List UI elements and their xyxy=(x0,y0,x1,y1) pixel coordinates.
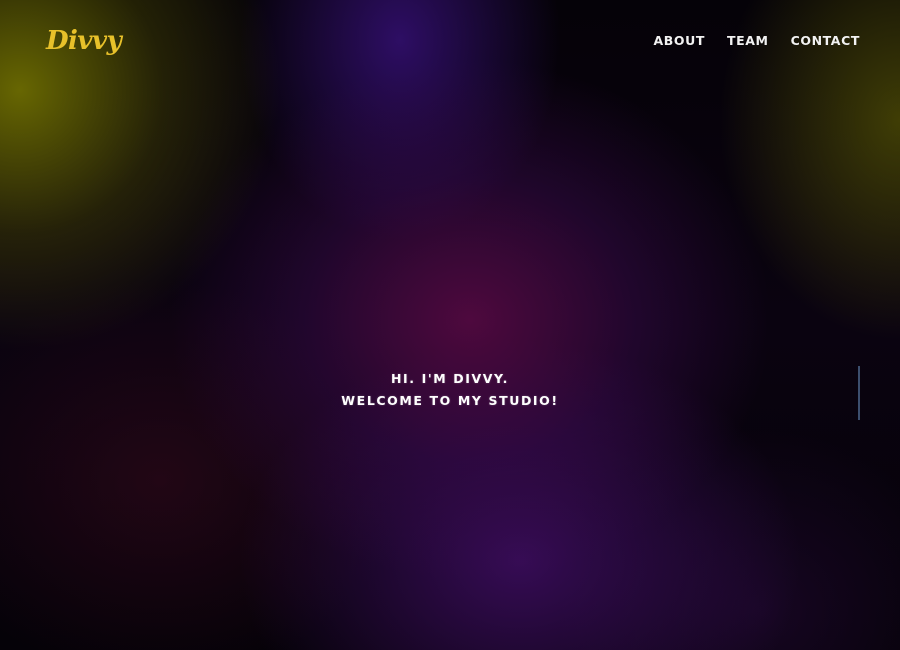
nav-about-link[interactable]: ABOUT xyxy=(653,33,705,48)
main-nav: ABOUT TEAM CONTACT xyxy=(653,33,860,48)
nav-team-link[interactable]: TEAM xyxy=(727,33,769,48)
hero-text: HI. I'M DIVVY. WELCOME TO MY STUDIO! xyxy=(0,368,900,412)
scroll-indicator[interactable] xyxy=(858,366,860,420)
nav-contact-link[interactable]: CONTACT xyxy=(791,33,860,48)
blurred-background xyxy=(0,0,900,650)
page: Divvy ABOUT TEAM CONTACT HI. I'M DIVVY. … xyxy=(0,0,900,650)
hero-greeting: HI. I'M DIVVY. xyxy=(391,371,509,386)
logo[interactable]: Divvy xyxy=(46,26,122,56)
hero-welcome: WELCOME TO MY STUDIO! xyxy=(341,393,559,408)
